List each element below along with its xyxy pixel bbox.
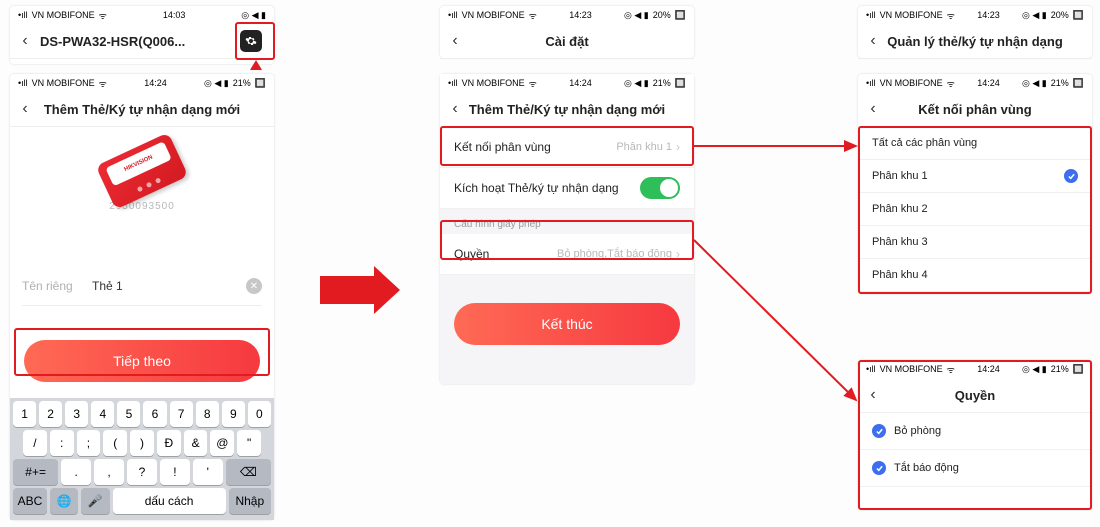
partition-row[interactable]: Phân khu 1: [858, 160, 1092, 193]
partition-row[interactable]: Phân khu 2: [858, 193, 1092, 226]
next-button[interactable]: Tiếp theo: [24, 340, 260, 382]
kb-backspace-icon[interactable]: ⌫: [226, 459, 271, 485]
toggle-on-icon[interactable]: [640, 177, 680, 199]
kb-key[interactable]: ;: [77, 430, 101, 456]
kb-key[interactable]: Đ: [157, 430, 181, 456]
kb-key[interactable]: ,: [94, 459, 124, 485]
battery-icon: 🔲: [255, 78, 266, 89]
kb-key[interactable]: :: [50, 430, 74, 456]
page-title: DS-PWA32-HSR(Q006...: [10, 34, 274, 49]
name-input[interactable]: Thẻ 1: [92, 279, 246, 293]
kb-key[interactable]: 1: [13, 401, 36, 427]
check-icon: [1064, 169, 1078, 183]
permission-row[interactable]: Quyền Bỏ phòng,Tắt báo động›: [440, 234, 694, 275]
kb-space[interactable]: dấu cách: [113, 488, 226, 514]
kb-key[interactable]: 3: [65, 401, 88, 427]
kb-key[interactable]: /: [23, 430, 47, 456]
keyboard[interactable]: 1234567890 /:;()Đ&@" #+= .,?!' ⌫ ABC 🌐 🎤…: [10, 398, 274, 520]
status-bar: •ıllVN MOBIFONEᯤ 14:24 ◎ ◀ ▮21%🔲: [10, 74, 274, 92]
kb-key[interactable]: !: [160, 459, 190, 485]
chevron-right-icon: ›: [676, 247, 680, 261]
kb-key[interactable]: ): [130, 430, 154, 456]
finish-button[interactable]: Kết thúc: [454, 303, 680, 345]
page-title: Kết nối phân vùng: [858, 102, 1092, 117]
check-icon: [872, 424, 886, 438]
partition-row[interactable]: Phân khu 3: [858, 226, 1092, 259]
kb-key[interactable]: &: [184, 430, 208, 456]
kb-abc[interactable]: ABC: [13, 488, 47, 514]
permission-row[interactable]: Bỏ phòng: [858, 413, 1092, 450]
status-bar: •ıllVN MOBIFONEᯤ 14:03 ◎ ◀ ▮: [10, 6, 274, 24]
kb-mic-icon[interactable]: 🎤: [81, 488, 109, 514]
kb-key[interactable]: 9: [222, 401, 245, 427]
partition-row[interactable]: Phân khu 4: [858, 259, 1092, 292]
kb-key[interactable]: 8: [196, 401, 219, 427]
kb-globe-icon[interactable]: 🌐: [50, 488, 78, 514]
check-icon: [872, 461, 886, 475]
kb-shift[interactable]: #+=: [13, 459, 58, 485]
card-illustration: HIKVISION: [96, 132, 189, 209]
kb-key[interactable]: .: [61, 459, 91, 485]
kb-key[interactable]: @: [210, 430, 234, 456]
partition-row[interactable]: Tất cả các phân vùng: [858, 127, 1092, 160]
section-header: Cấu hình giấy phép: [440, 209, 694, 234]
kb-key[interactable]: ': [193, 459, 223, 485]
activate-row[interactable]: Kích hoạt Thẻ/ký tự nhận dạng: [440, 168, 694, 209]
clear-icon[interactable]: ✕: [246, 278, 262, 294]
page-title: Quản lý thẻ/ký tự nhận dạng: [858, 34, 1092, 49]
indicator-arrow-icon: [250, 60, 262, 70]
kb-key[interactable]: 2: [39, 401, 62, 427]
kb-key[interactable]: 6: [143, 401, 166, 427]
step-arrow-icon: [320, 276, 375, 304]
kb-key[interactable]: 7: [170, 401, 193, 427]
kb-key[interactable]: ": [237, 430, 261, 456]
page-title: Thêm Thẻ/Ký tự nhận dạng mới: [10, 102, 274, 117]
name-input-row[interactable]: Tên riêng Thẻ 1 ✕: [22, 267, 262, 306]
kb-key[interactable]: 4: [91, 401, 114, 427]
page-title: Thêm Thẻ/Ký tự nhận dạng mới: [440, 102, 694, 117]
settings-gear-icon[interactable]: [240, 30, 262, 52]
clock: 14:03: [163, 10, 186, 20]
permission-row[interactable]: Tắt báo động: [858, 450, 1092, 487]
kb-key[interactable]: ?: [127, 459, 157, 485]
device-serial: 2950093500: [10, 201, 274, 212]
page-title: Quyền: [858, 388, 1092, 403]
kb-key[interactable]: (: [103, 430, 127, 456]
kb-enter[interactable]: Nhập: [229, 488, 271, 514]
page-title: Cài đặt: [440, 34, 694, 49]
link-partition-row[interactable]: Kết nối phân vùng Phân khu 1›: [440, 127, 694, 168]
chevron-right-icon: ›: [676, 140, 680, 154]
page-header: ‹ DS-PWA32-HSR(Q006...: [10, 24, 274, 59]
wifi-icon: ᯤ: [99, 9, 107, 22]
kb-key[interactable]: 0: [248, 401, 271, 427]
kb-key[interactable]: 5: [117, 401, 140, 427]
